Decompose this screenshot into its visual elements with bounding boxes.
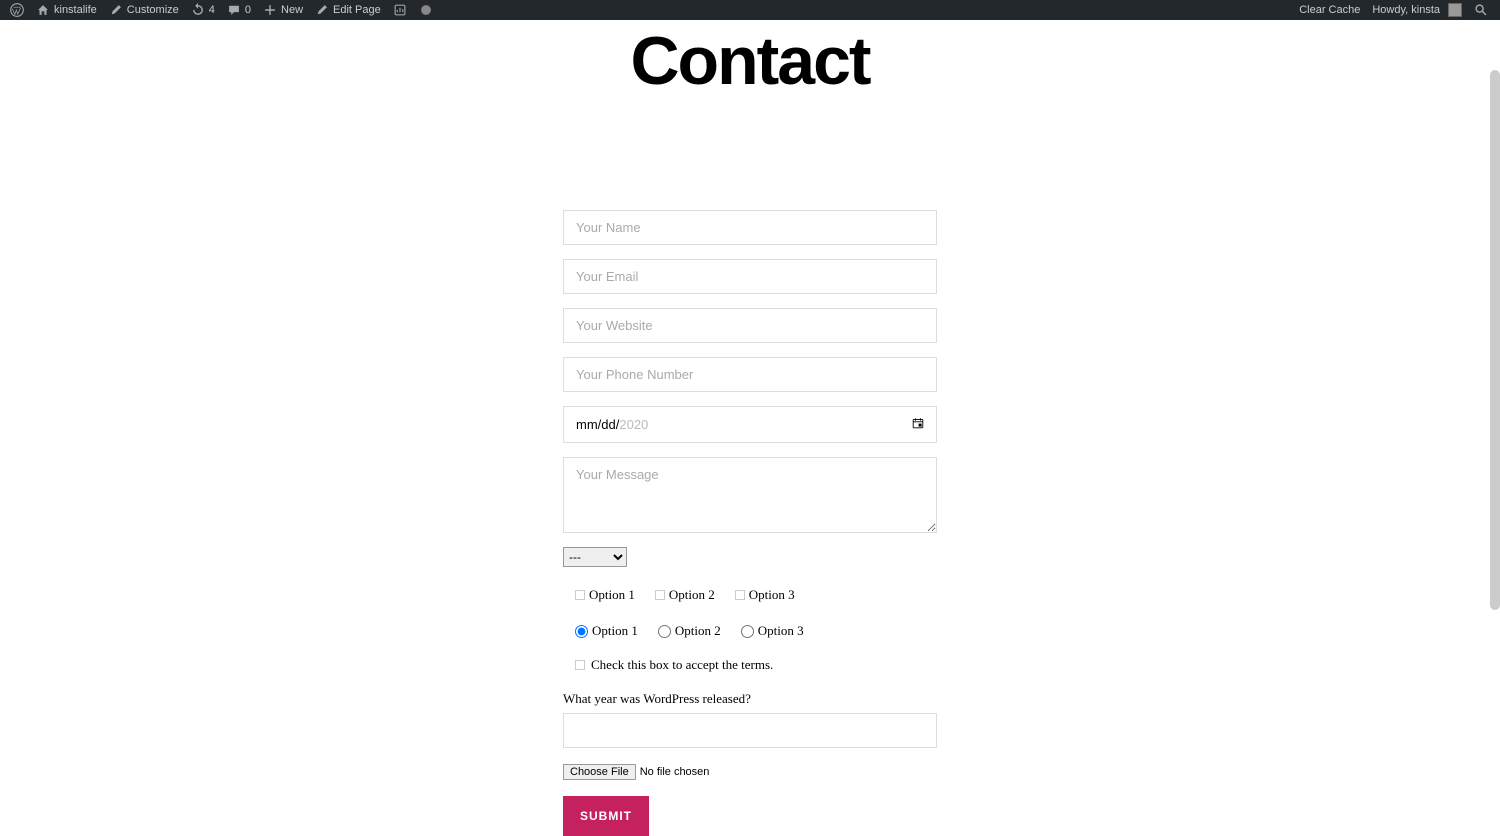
checkbox-icon bbox=[735, 590, 745, 600]
edit-page-button[interactable]: Edit Page bbox=[309, 0, 387, 20]
checkbox-option-2[interactable]: Option 2 bbox=[655, 587, 715, 603]
seo-button[interactable] bbox=[387, 0, 413, 20]
radio-option-1[interactable]: Option 1 bbox=[575, 623, 638, 639]
contact-form: mm/dd/2020 --- Option 1 Option 2 Option … bbox=[563, 210, 937, 836]
choose-file-button[interactable]: Choose File bbox=[563, 764, 636, 780]
howdy-label: Howdy, kinsta bbox=[1372, 4, 1440, 16]
admin-bar-right: Clear Cache Howdy, kinsta bbox=[1293, 0, 1500, 20]
edit-page-label: Edit Page bbox=[333, 4, 381, 16]
page-title: Contact bbox=[630, 22, 869, 100]
scrollbar[interactable] bbox=[1490, 20, 1500, 797]
radio-option-3[interactable]: Option 3 bbox=[741, 623, 804, 639]
checkbox-option-3[interactable]: Option 3 bbox=[735, 587, 795, 603]
comment-icon bbox=[227, 3, 241, 17]
update-icon bbox=[191, 3, 205, 17]
file-status-label: No file chosen bbox=[640, 766, 710, 778]
seo-icon bbox=[393, 3, 407, 17]
checkbox-icon bbox=[575, 660, 585, 670]
new-button[interactable]: New bbox=[257, 0, 309, 20]
search-icon bbox=[1474, 3, 1488, 17]
account-button[interactable]: Howdy, kinsta bbox=[1366, 0, 1468, 20]
comments-count: 0 bbox=[245, 4, 251, 16]
updates-button[interactable]: 4 bbox=[185, 0, 221, 20]
radio-input[interactable] bbox=[575, 625, 588, 638]
gauge-icon bbox=[419, 3, 433, 17]
message-textarea[interactable] bbox=[563, 457, 937, 533]
radio-option-2[interactable]: Option 2 bbox=[658, 623, 721, 639]
clear-cache-button[interactable]: Clear Cache bbox=[1293, 0, 1366, 20]
clear-cache-label: Clear Cache bbox=[1299, 4, 1360, 16]
calendar-icon bbox=[912, 417, 924, 432]
email-input[interactable] bbox=[563, 259, 937, 294]
wp-logo-button[interactable] bbox=[4, 0, 30, 20]
checkbox-option-1[interactable]: Option 1 bbox=[575, 587, 635, 603]
scrollbar-thumb[interactable] bbox=[1490, 70, 1500, 610]
plus-icon bbox=[263, 3, 277, 17]
checkbox-group: Option 1 Option 2 Option 3 bbox=[563, 587, 937, 603]
submit-button[interactable]: SUBMIT bbox=[563, 796, 649, 836]
customize-button[interactable]: Customize bbox=[103, 0, 185, 20]
date-value: mm/dd/2020 bbox=[576, 417, 648, 432]
performance-button[interactable] bbox=[413, 0, 439, 20]
comments-button[interactable]: 0 bbox=[221, 0, 257, 20]
avatar bbox=[1448, 3, 1462, 17]
wordpress-icon bbox=[10, 3, 24, 17]
checkbox-icon bbox=[575, 590, 585, 600]
updates-count: 4 bbox=[209, 4, 215, 16]
phone-input[interactable] bbox=[563, 357, 937, 392]
wp-admin-bar: kinstalife Customize 4 0 New bbox=[0, 0, 1500, 20]
home-icon bbox=[36, 3, 50, 17]
quiz-question-label: What year was WordPress released? bbox=[563, 691, 937, 707]
page-content: Contact mm/dd/2020 --- Option 1 Opti bbox=[0, 0, 1500, 836]
radio-group: Option 1 Option 2 Option 3 bbox=[563, 623, 937, 639]
dropdown-select[interactable]: --- bbox=[563, 547, 627, 567]
search-button[interactable] bbox=[1468, 0, 1494, 20]
quiz-group: What year was WordPress released? bbox=[563, 687, 937, 748]
admin-bar-left: kinstalife Customize 4 0 New bbox=[0, 0, 439, 20]
file-upload-row: Choose File No file chosen bbox=[563, 764, 937, 780]
pencil-icon bbox=[315, 3, 329, 17]
site-name-label: kinstalife bbox=[54, 4, 97, 16]
customize-label: Customize bbox=[127, 4, 179, 16]
terms-checkbox-row[interactable]: Check this box to accept the terms. bbox=[563, 657, 937, 673]
radio-input[interactable] bbox=[658, 625, 671, 638]
website-input[interactable] bbox=[563, 308, 937, 343]
name-input[interactable] bbox=[563, 210, 937, 245]
quiz-input[interactable] bbox=[563, 713, 937, 748]
site-name-button[interactable]: kinstalife bbox=[30, 0, 103, 20]
brush-icon bbox=[109, 3, 123, 17]
checkbox-icon bbox=[655, 590, 665, 600]
new-label: New bbox=[281, 4, 303, 16]
terms-label: Check this box to accept the terms. bbox=[591, 657, 773, 673]
radio-input[interactable] bbox=[741, 625, 754, 638]
date-input[interactable]: mm/dd/2020 bbox=[563, 406, 937, 443]
